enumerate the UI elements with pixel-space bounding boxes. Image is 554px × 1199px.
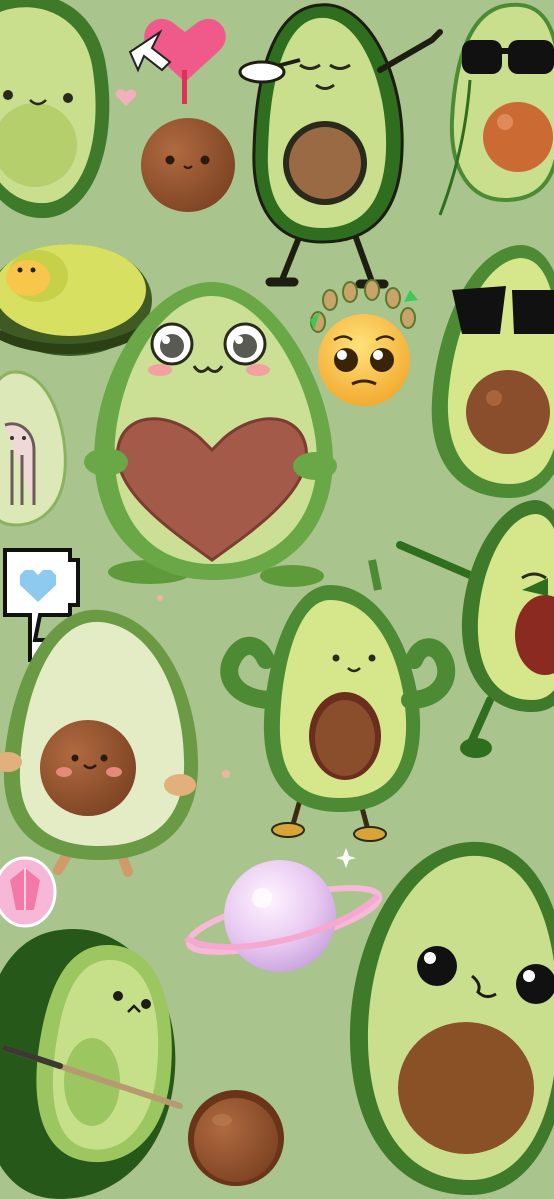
wallpaper	[0, 0, 554, 1199]
rolling-pit-ball	[188, 1090, 284, 1186]
brown-pit-face	[141, 118, 235, 212]
avocado-sticker-wallpaper	[0, 0, 554, 1199]
